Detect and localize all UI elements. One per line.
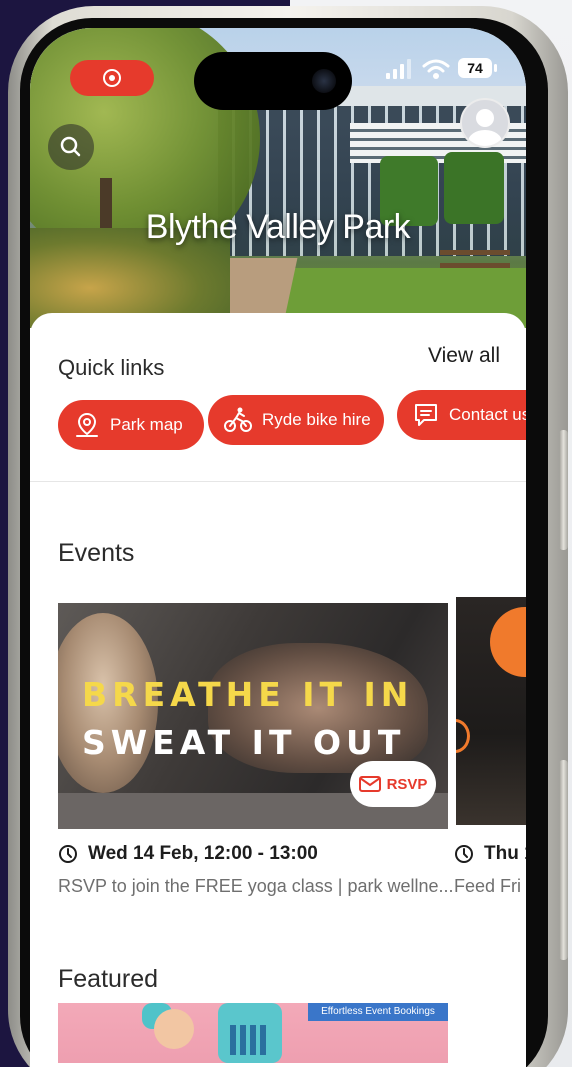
bench xyxy=(440,250,510,268)
event-datetime-text: Thu 1 xyxy=(484,843,526,864)
battery-tip xyxy=(494,64,497,72)
section-divider xyxy=(30,481,526,482)
event-headline-line1: BREATHE IT IN xyxy=(82,675,414,714)
illustration-hand xyxy=(154,1009,194,1049)
event-description: RSVP to join the FREE yoga class | park … xyxy=(58,876,454,896)
chip-label: Contact us xyxy=(449,405,526,424)
rsvp-label: RSVP xyxy=(386,775,428,793)
camera-icon xyxy=(312,69,336,93)
events-title: Events xyxy=(58,539,135,567)
event-datetime-text: Wed 14 Feb, 12:00 - 13:00 xyxy=(88,843,318,864)
phone-side-button xyxy=(559,430,568,550)
app-screen: Blythe Valley Park 74 Quick links View a… xyxy=(30,28,526,1067)
content-panel: Quick links View all Park map Ryde bike … xyxy=(30,313,526,1067)
featured-card[interactable]: Effortless Event Bookings xyxy=(58,1003,448,1063)
event-logo-badge xyxy=(490,607,526,677)
featured-banner: Effortless Event Bookings xyxy=(308,1003,448,1021)
clock-icon xyxy=(455,845,473,863)
wifi-icon xyxy=(422,59,450,79)
user-icon xyxy=(468,109,502,146)
view-all-link[interactable]: View all xyxy=(428,344,500,368)
quick-link-park-map[interactable]: Park map xyxy=(58,400,204,450)
rsvp-button[interactable]: RSVP xyxy=(350,761,436,807)
search-button[interactable] xyxy=(48,124,94,170)
dynamic-island xyxy=(194,52,352,110)
event-card[interactable]: BREATHE IT IN SWEAT IT OUT RSVP xyxy=(58,603,448,829)
chip-label: Park map xyxy=(110,415,183,434)
event-card-next[interactable] xyxy=(456,597,526,825)
event-logo-ring xyxy=(456,719,470,753)
phone-side-button-lower xyxy=(559,760,568,960)
search-icon xyxy=(60,136,81,157)
map-pin-icon xyxy=(76,412,98,437)
quick-link-bike-hire[interactable]: Ryde bike hire xyxy=(208,395,384,445)
mail-icon xyxy=(358,776,381,792)
featured-title: Featured xyxy=(58,965,159,993)
battery-icon: 74 xyxy=(458,58,492,78)
event-description-next: Feed Fri xyxy=(454,876,522,896)
signal-icon xyxy=(386,59,411,79)
event-datetime: Wed 14 Feb, 12:00 - 13:00 xyxy=(58,843,318,865)
recording-indicator[interactable] xyxy=(70,60,154,96)
clock-icon xyxy=(59,845,77,863)
quick-link-contact-us[interactable]: Contact us xyxy=(397,390,526,440)
event-headline-line2: SWEAT IT OUT xyxy=(82,723,406,762)
status-icons: 74 xyxy=(386,56,506,82)
profile-avatar[interactable] xyxy=(460,98,510,148)
hero-title: Blythe Valley Park xyxy=(145,208,411,246)
chip-label: Ryde bike hire xyxy=(262,410,371,429)
event-datetime-next: Thu 1 xyxy=(454,843,526,865)
bike-icon xyxy=(224,407,252,432)
chat-icon xyxy=(415,404,437,426)
record-icon xyxy=(103,69,121,87)
illustration-calendar-grid xyxy=(230,1025,270,1055)
quick-links-title: Quick links xyxy=(58,355,165,380)
